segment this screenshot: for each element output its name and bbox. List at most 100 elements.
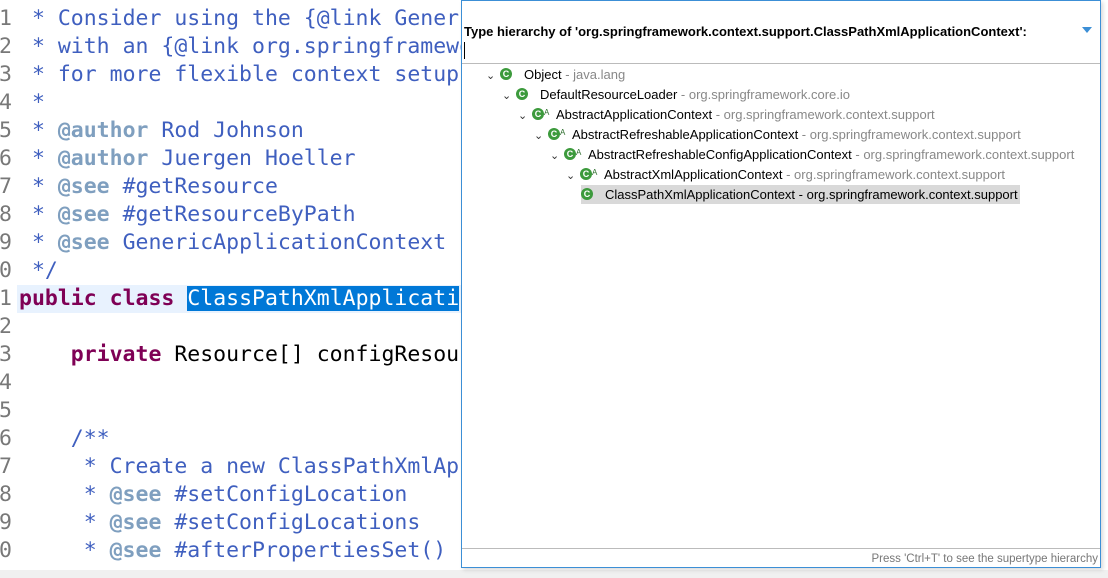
line-number: 3 bbox=[0, 62, 12, 87]
line-number: 6 bbox=[0, 426, 12, 451]
separator: - bbox=[782, 167, 795, 182]
popup-title: Type hierarchy of 'org.springframework.c… bbox=[464, 24, 1027, 39]
code-line: * Create a new ClassPathXmlAp bbox=[19, 453, 459, 481]
line-number: 0 bbox=[0, 258, 12, 283]
tree-item[interactable]: ⌄ C Object - java.lang bbox=[486, 65, 625, 84]
line-number-gutter: 1 2 3 4 5 6 7 8 9 0 1 2 3 4 5 6 7 8 9 0 bbox=[0, 0, 16, 570]
chevron-down-icon[interactable]: ⌄ bbox=[534, 127, 548, 146]
view-menu-chevron-icon[interactable] bbox=[1082, 27, 1092, 33]
tree-item[interactable]: ⌄ C A AbstractApplicationContext - org.spri… bbox=[518, 105, 935, 124]
code-line: /** bbox=[19, 425, 110, 453]
line-number: 3 bbox=[0, 342, 12, 367]
line-number: 6 bbox=[0, 146, 12, 171]
separator: - bbox=[795, 187, 807, 202]
class-icon: C bbox=[500, 68, 512, 81]
line-number: 8 bbox=[0, 482, 12, 507]
code-token: * bbox=[19, 62, 58, 87]
code-token: @author bbox=[57, 118, 149, 143]
code-token: * bbox=[19, 34, 58, 59]
code-token: * bbox=[19, 118, 58, 143]
horizontal-scrollbar[interactable] bbox=[0, 570, 1108, 578]
line-number: 7 bbox=[0, 174, 12, 199]
package-name: org.springframework.context.support bbox=[863, 147, 1075, 162]
package-name: org.springframework.context.support bbox=[794, 167, 1006, 182]
text-caret bbox=[464, 42, 465, 59]
abstract-marker-icon: A bbox=[560, 128, 566, 137]
chevron-down-icon[interactable]: ⌄ bbox=[550, 147, 564, 166]
code-token: /** bbox=[19, 426, 110, 451]
line-number: 1 bbox=[0, 6, 12, 31]
code-line: * @see GenericApplicationContext bbox=[19, 229, 446, 257]
code-line: */ bbox=[19, 257, 58, 285]
code-token: Juergen Hoeller bbox=[148, 146, 356, 171]
separator: - bbox=[851, 147, 864, 162]
line-number: 7 bbox=[0, 454, 12, 479]
type-name: AbstractRefreshableConfigApplicationCont… bbox=[588, 147, 852, 162]
code-token: #setConfigLocation bbox=[161, 482, 408, 507]
code-token: @see bbox=[57, 202, 110, 227]
line-number: 2 bbox=[0, 34, 12, 59]
type-name: AbstractXmlApplicationContext bbox=[604, 167, 783, 182]
tree-item[interactable]: ⌄ C A AbstractXmlApplicationContext - org.s… bbox=[566, 165, 1005, 184]
code-line: * @author Rod Johnson bbox=[19, 117, 304, 145]
package-name: org.springframework.context.support bbox=[723, 107, 935, 122]
package-name: java.lang bbox=[573, 67, 626, 82]
separator: - bbox=[677, 87, 689, 102]
separator: - bbox=[712, 107, 724, 122]
type-name: ClassPathXmlApplicationContext bbox=[605, 187, 796, 202]
class-icon: C bbox=[581, 188, 593, 201]
tree-item[interactable]: ⌄ C A AbstractRefreshableConfigApplicationC… bbox=[550, 145, 1074, 164]
class-icon: C bbox=[532, 108, 544, 121]
code-token: * bbox=[19, 510, 110, 535]
divider bbox=[462, 63, 1100, 64]
tree-item[interactable]: C ClassPathXmlApplicationContext - org.sp… bbox=[581, 185, 1020, 204]
code-line: * with an {@link org.springframework bbox=[19, 33, 498, 61]
line-number: 1 bbox=[0, 286, 12, 311]
chevron-down-icon[interactable]: ⌄ bbox=[518, 107, 532, 126]
code-token: * bbox=[19, 538, 110, 563]
line-number: 4 bbox=[0, 90, 12, 115]
code-token: with an {@link org.springframework bbox=[57, 34, 498, 59]
class-icon: C bbox=[516, 88, 528, 101]
line-number: 5 bbox=[0, 398, 12, 423]
abstract-marker-icon: A bbox=[576, 148, 582, 157]
selected-text: ClassPathXmlApplicati bbox=[187, 286, 460, 311]
line-number: 5 bbox=[0, 118, 12, 143]
code-token: @see bbox=[109, 538, 162, 563]
line-number: 0 bbox=[0, 538, 12, 563]
line-number: 9 bbox=[0, 510, 12, 535]
divider bbox=[462, 548, 1100, 549]
code-line: * @see #afterPropertiesSet() bbox=[19, 537, 446, 565]
code-line: * @see #setConfigLocations bbox=[19, 509, 421, 537]
chevron-down-icon[interactable]: ⌄ bbox=[566, 167, 580, 186]
type-name: AbstractRefreshableApplicationContext bbox=[572, 127, 799, 142]
code-line: * @see #getResource bbox=[19, 173, 278, 201]
code-token: * bbox=[19, 202, 58, 227]
code-token: Rod Johnson bbox=[148, 118, 304, 143]
package-name: org.springframework.core.io bbox=[688, 87, 850, 102]
code-token: GenericApplicationContext bbox=[109, 230, 447, 255]
chevron-down-icon[interactable]: ⌄ bbox=[486, 67, 500, 86]
package-name: org.springframework.context.support bbox=[809, 127, 1021, 142]
code-token: @author bbox=[57, 146, 149, 171]
code-token: * bbox=[19, 146, 58, 171]
code-line: * @author Juergen Hoeller bbox=[19, 145, 356, 173]
code-line: public class ClassPathXmlApplicati bbox=[19, 285, 460, 313]
code-token: */ bbox=[19, 258, 58, 283]
class-icon: C bbox=[580, 168, 592, 181]
line-number: 9 bbox=[0, 230, 12, 255]
chevron-down-icon[interactable]: ⌄ bbox=[502, 87, 516, 106]
line-number: 2 bbox=[0, 314, 12, 339]
type-name: DefaultResourceLoader bbox=[540, 87, 678, 102]
line-number: 8 bbox=[0, 202, 12, 227]
filter-input[interactable] bbox=[464, 41, 1098, 61]
code-token: #getResource bbox=[109, 174, 278, 199]
status-hint: Press 'Ctrl+T' to see the supertype hier… bbox=[871, 553, 1098, 565]
package-name: org.springframework.context.support bbox=[806, 187, 1018, 202]
type-name: Object bbox=[524, 67, 562, 82]
tree-item[interactable]: ⌄ C DefaultResourceLoader - org.springfram… bbox=[502, 85, 850, 104]
code-token: * bbox=[19, 230, 58, 255]
tree-item[interactable]: ⌄ C A AbstractRefreshableApplicationContext… bbox=[534, 125, 1021, 144]
